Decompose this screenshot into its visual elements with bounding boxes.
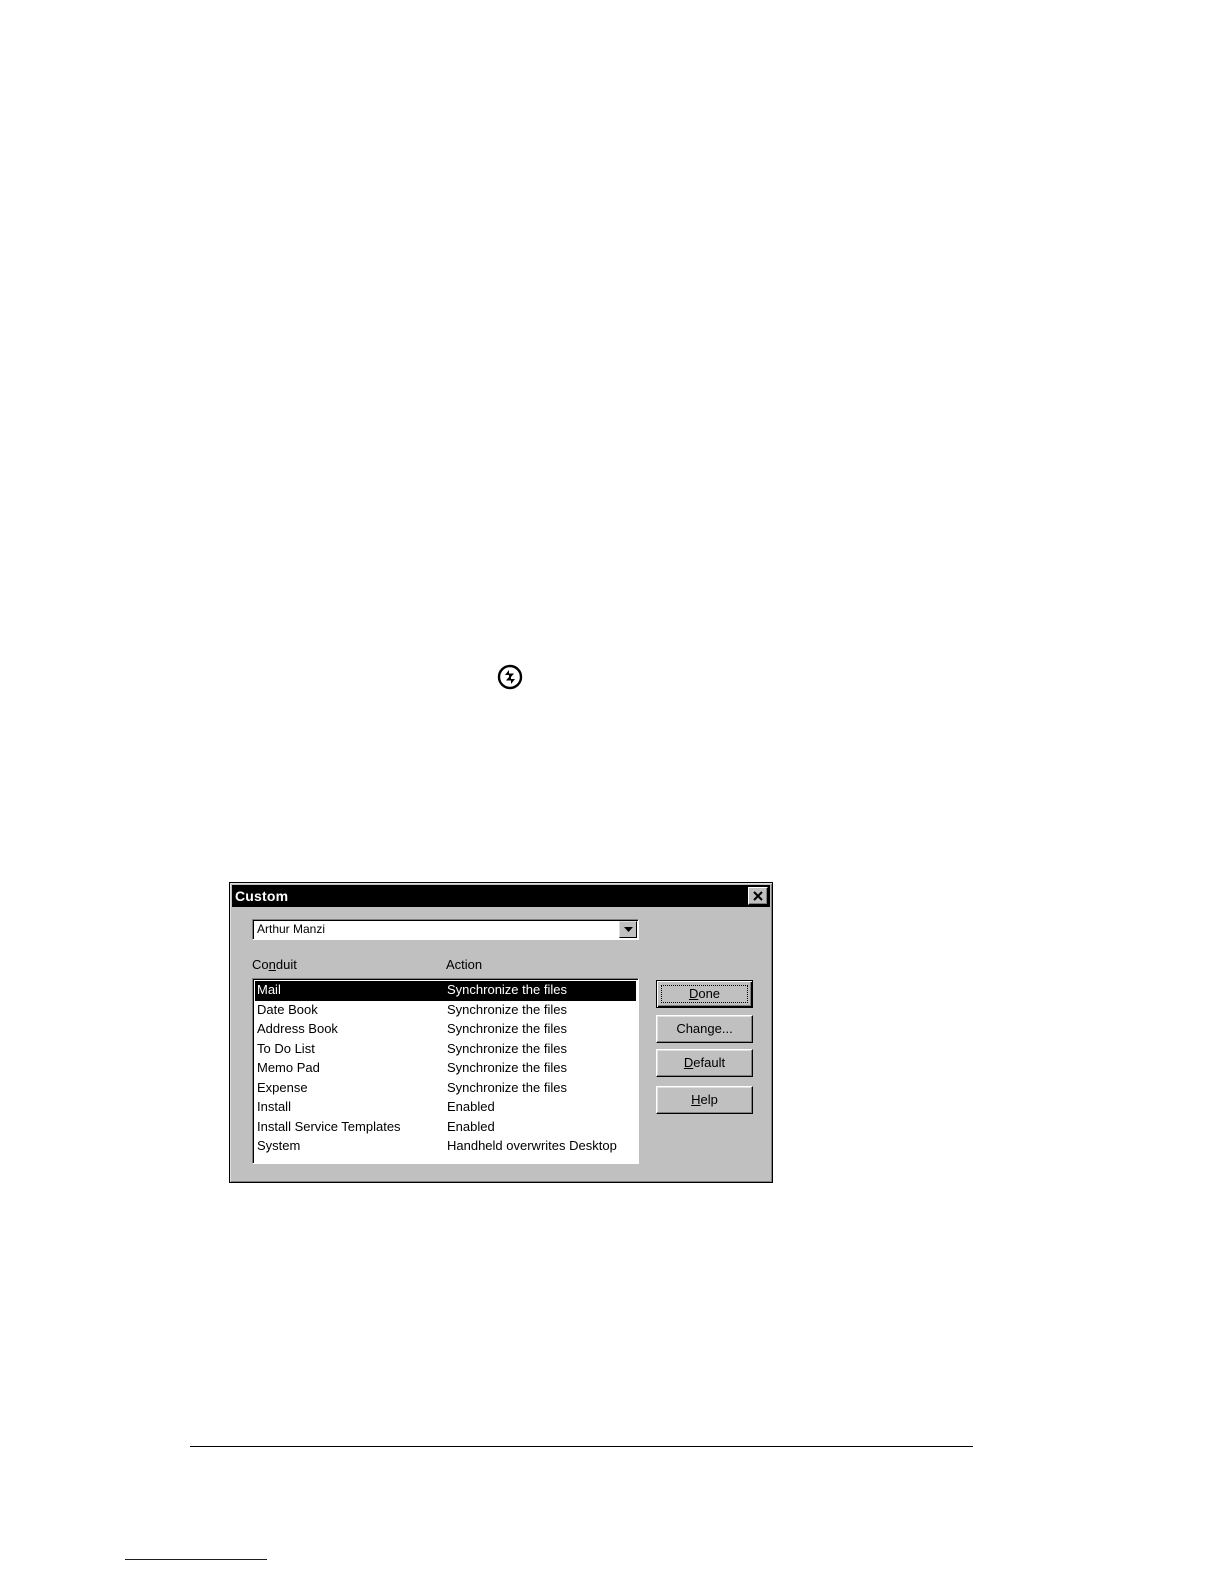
default-button[interactable]: Default bbox=[656, 1049, 753, 1077]
close-icon bbox=[753, 891, 763, 901]
conduit-list[interactable]: Mail Synchronize the files Date Book Synchr… bbox=[252, 978, 639, 1164]
list-item-action: Synchronize the files bbox=[447, 1040, 567, 1056]
list-item-action: Handheld overwrites Desktop bbox=[447, 1138, 617, 1153]
user-dropdown-arrow[interactable] bbox=[619, 921, 637, 938]
user-dropdown[interactable]: Arthur Manzi bbox=[252, 919, 639, 940]
custom-dialog: Custom Arthur Manzi Conduit Action Mail S… bbox=[229, 882, 773, 1183]
list-item-action: Synchronize the files bbox=[447, 1021, 567, 1036]
list-item[interactable]: Expense Synchronize the files bbox=[255, 1079, 636, 1099]
hotsync-icon bbox=[497, 664, 523, 690]
list-item[interactable]: System Handheld overwrites Desktop bbox=[255, 1137, 636, 1157]
list-item[interactable]: Address Book Synchronize the files bbox=[255, 1020, 636, 1040]
list-item-conduit: Date Book bbox=[257, 1001, 318, 1017]
title-bar[interactable]: Custom bbox=[232, 885, 770, 907]
column-header-conduit: Conduit bbox=[252, 957, 297, 972]
focus-rect bbox=[661, 985, 748, 1003]
list-item-conduit: Expense bbox=[257, 1079, 308, 1095]
footer-link-underline[interactable] bbox=[125, 1559, 267, 1560]
done-button[interactable]: Done bbox=[656, 980, 753, 1008]
dialog-title: Custom bbox=[235, 888, 289, 904]
conduit-list-rows: Mail Synchronize the files Date Book Synchr… bbox=[255, 981, 636, 1157]
list-item[interactable]: Install Service Templates Enabled bbox=[255, 1118, 636, 1138]
page: Custom Arthur Manzi Conduit Action Mail S… bbox=[0, 0, 1224, 1584]
list-item-conduit: System bbox=[257, 1138, 301, 1153]
help-button[interactable]: Help bbox=[656, 1086, 753, 1114]
list-item[interactable]: Mail Synchronize the files bbox=[255, 981, 636, 1001]
list-item-conduit: Install bbox=[257, 1099, 291, 1114]
change-button[interactable]: Change... bbox=[656, 1015, 753, 1043]
list-item[interactable]: Install Enabled bbox=[255, 1098, 636, 1118]
list-item-action: Enabled bbox=[447, 1099, 495, 1114]
close-button[interactable] bbox=[748, 887, 768, 905]
list-item-action: Enabled bbox=[447, 1118, 495, 1134]
list-item-action: Synchronize the files bbox=[447, 1001, 567, 1017]
list-item-conduit: Memo Pad bbox=[257, 1060, 320, 1075]
footer-divider bbox=[190, 1446, 973, 1447]
list-item[interactable]: Memo Pad Synchronize the files bbox=[255, 1059, 636, 1079]
list-item-conduit: To Do List bbox=[257, 1040, 315, 1056]
list-item[interactable]: To Do List Synchronize the files bbox=[255, 1040, 636, 1060]
list-item-action: Synchronize the files bbox=[447, 982, 567, 997]
list-item-action: Synchronize the files bbox=[447, 1079, 567, 1095]
list-item-conduit: Install Service Templates bbox=[257, 1118, 401, 1134]
list-item-conduit: Address Book bbox=[257, 1021, 338, 1036]
list-item-action: Synchronize the files bbox=[447, 1060, 567, 1075]
user-dropdown-value: Arthur Manzi bbox=[257, 922, 326, 936]
list-item-conduit: Mail bbox=[257, 982, 281, 997]
chevron-down-icon bbox=[624, 927, 633, 932]
column-header-action: Action bbox=[446, 957, 483, 972]
list-item[interactable]: Date Book Synchronize the files bbox=[255, 1001, 636, 1021]
